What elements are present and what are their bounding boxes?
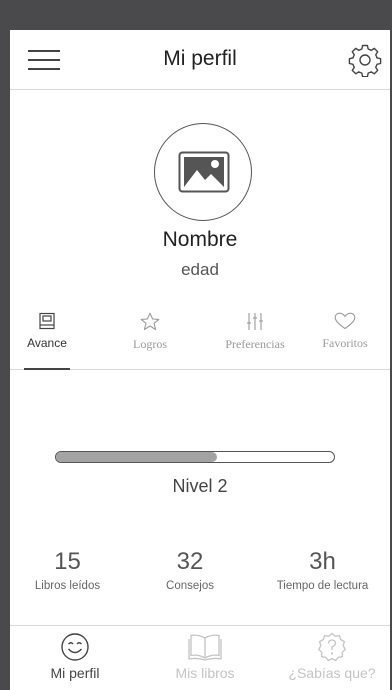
stat-value: 32 <box>176 548 204 575</box>
gear-icon <box>348 44 382 78</box>
stat-value: 15 <box>54 548 81 575</box>
stat-label: Libros leídos <box>34 580 101 592</box>
stat-consejos: 32 Consejos <box>140 548 240 592</box>
tab-preferencias[interactable]: Preferencias <box>213 312 297 369</box>
bottom-nav: Mi perfil Mis libros ¿Sabías que? <box>10 625 390 690</box>
tab-avance[interactable]: Avance <box>24 312 70 370</box>
tab-favoritos[interactable]: Favoritos <box>316 312 374 369</box>
profile-screen: Mi perfil Nombre edad Avance Logros Pref… <box>10 30 390 690</box>
question-badge-icon <box>318 632 346 662</box>
level-progress-bar <box>55 451 335 463</box>
smiley-icon <box>61 633 89 661</box>
nav-mi-perfil[interactable]: Mi perfil <box>30 626 120 690</box>
tab-label: Logros <box>133 337 167 351</box>
nav-mis-libros[interactable]: Mis libros <box>160 626 250 690</box>
tab-label: Favoritos <box>322 336 368 350</box>
sliders-icon <box>247 313 263 330</box>
tab-logros[interactable]: Logros <box>125 312 175 369</box>
nav-sabias-que[interactable]: ¿Sabías que? <box>282 626 382 690</box>
star-icon <box>140 312 160 331</box>
open-book-icon <box>188 634 222 661</box>
profile-age: edad <box>181 260 219 279</box>
tab-label: Avance <box>27 336 67 350</box>
book-icon <box>39 312 55 330</box>
heart-icon <box>334 312 356 330</box>
page-title: Mi perfil <box>163 47 237 70</box>
profile-name: Nombre <box>162 228 238 251</box>
avatar[interactable] <box>154 123 252 221</box>
stat-value: 3h <box>309 548 336 575</box>
image-placeholder-icon <box>178 151 230 193</box>
level-label: Nivel 2 <box>172 476 228 496</box>
nav-label: Mi perfil <box>50 665 100 681</box>
nav-label: ¿Sabías que? <box>288 665 376 681</box>
stat-libros-leidos: 15 Libros leídos <box>10 548 125 592</box>
progress-fill <box>56 452 218 462</box>
profile-tabs: Avance Logros Preferencias Favoritos <box>10 312 390 370</box>
stat-label: Tiempo de lectura <box>276 580 369 592</box>
app-header: Mi perfil <box>10 30 390 90</box>
stat-tiempo-lectura: 3h Tiempo de lectura <box>260 548 385 592</box>
device-frame-left <box>0 30 10 690</box>
tab-label: Preferencias <box>225 337 285 351</box>
stat-label: Consejos <box>166 580 214 592</box>
status-bar <box>0 0 392 30</box>
nav-label: Mis libros <box>175 665 235 681</box>
settings-button[interactable] <box>348 43 382 78</box>
